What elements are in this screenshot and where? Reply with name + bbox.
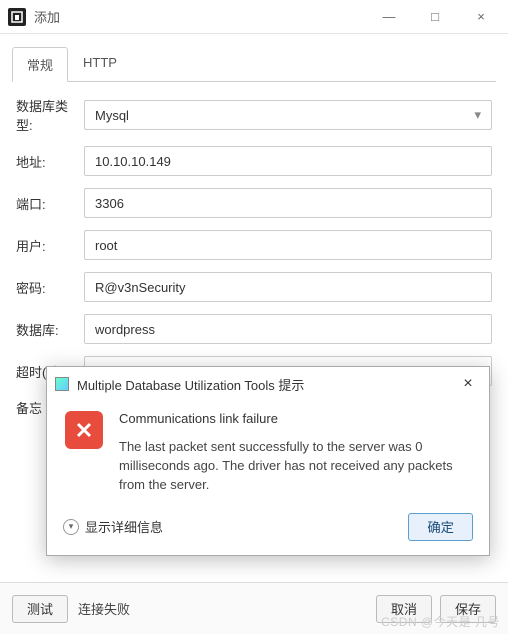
footer: 测试 连接失败 取消 保存 — [0, 582, 508, 634]
tab-http[interactable]: HTTP — [68, 47, 132, 82]
tab-general[interactable]: 常规 — [12, 47, 68, 82]
chevron-down-icon: ▾ — [474, 107, 481, 123]
dbtype-value: Mysql — [95, 108, 129, 123]
port-input[interactable] — [84, 188, 492, 218]
dialog-app-icon — [55, 377, 69, 391]
window-title: 添加 — [34, 7, 366, 26]
error-icon — [65, 411, 103, 449]
save-button[interactable]: 保存 — [440, 595, 496, 623]
dbtype-label: 数据库类型: — [16, 96, 84, 134]
alert-dialog: Multiple Database Utilization Tools 提示 ×… — [46, 366, 490, 556]
titlebar: 添加 — □ × — [0, 0, 508, 34]
cancel-button[interactable]: 取消 — [376, 595, 432, 623]
dialog-titlebar: Multiple Database Utilization Tools 提示 × — [47, 367, 489, 401]
user-input[interactable] — [84, 230, 492, 260]
dialog-title: Multiple Database Utilization Tools 提示 — [77, 375, 453, 394]
database-input[interactable] — [84, 314, 492, 344]
database-label: 数据库: — [16, 320, 84, 339]
maximize-button[interactable]: □ — [412, 2, 458, 32]
dialog-close-button[interactable]: × — [453, 371, 483, 397]
dialog-message-title: Communications link failure — [119, 411, 471, 426]
dialog-ok-button[interactable]: 确定 — [408, 513, 473, 541]
address-label: 地址: — [16, 152, 84, 171]
minimize-button[interactable]: — — [366, 2, 412, 32]
address-input[interactable] — [84, 146, 492, 176]
port-label: 端口: — [16, 194, 84, 213]
dialog-message-detail: The last packet sent successfully to the… — [119, 438, 471, 495]
app-icon — [8, 8, 26, 26]
close-button[interactable]: × — [458, 2, 504, 32]
user-label: 用户: — [16, 236, 84, 255]
password-input[interactable] — [84, 272, 492, 302]
connection-status: 连接失败 — [78, 599, 130, 618]
show-details-toggle[interactable]: ▾ 显示详细信息 — [63, 517, 163, 536]
tab-bar: 常规 HTTP — [12, 46, 496, 82]
show-details-label: 显示详细信息 — [85, 517, 163, 536]
dbtype-select[interactable]: Mysql ▾ — [84, 100, 492, 130]
password-label: 密码: — [16, 278, 84, 297]
test-button[interactable]: 测试 — [12, 595, 68, 623]
chevron-down-icon: ▾ — [63, 519, 79, 535]
